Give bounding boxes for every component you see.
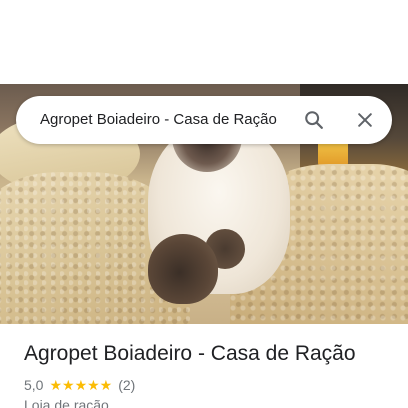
close-icon[interactable] (353, 108, 377, 132)
place-category: Loja de ração (24, 397, 109, 408)
search-input[interactable]: Agropet Boiadeiro - Casa de Ração (40, 96, 298, 144)
cat-paw (148, 234, 218, 304)
place-title: Agropet Boiadeiro - Casa de Ração (24, 342, 356, 365)
top-blank-area (0, 0, 408, 84)
review-count[interactable]: (2) (118, 377, 135, 393)
rating-value: 5,0 (24, 377, 44, 393)
search-box[interactable]: Agropet Boiadeiro - Casa de Ração (16, 96, 392, 144)
search-icon[interactable] (302, 108, 326, 132)
rating-row[interactable]: 5,0 ★★★★★ (2) (24, 376, 135, 394)
star-rating-icon: ★★★★★ (49, 376, 113, 393)
